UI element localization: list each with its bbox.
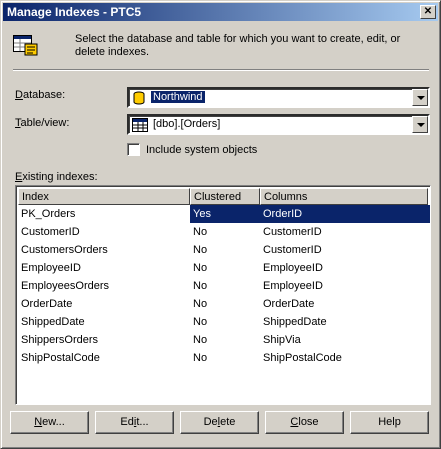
column-header-index[interactable]: Index: [18, 188, 190, 205]
index-name-cell: OrderDate: [21, 298, 73, 310]
clustered-cell: Yes: [193, 208, 211, 220]
clustered-cell: No: [193, 316, 208, 328]
table-view-value: [dbo].[Orders]: [153, 118, 221, 130]
columns-cell: ShippedDate: [263, 316, 327, 328]
edit-button[interactable]: Edit...: [95, 411, 174, 434]
index-name-cell: PK_Orders: [21, 208, 76, 220]
close-window-button[interactable]: ✕: [420, 5, 436, 19]
clustered-cell: No: [193, 352, 208, 364]
table-view-combo[interactable]: [dbo].[Orders]: [127, 114, 430, 135]
index-name-cell: CustomerID: [21, 226, 80, 238]
index-name-cell: EmployeeID: [21, 262, 81, 274]
existing-indexes-label: Existing indexes:: [15, 171, 98, 183]
column-header-clustered[interactable]: Clustered: [190, 188, 260, 205]
clustered-cell: No: [193, 226, 208, 238]
columns-cell: CustomerID: [263, 226, 322, 238]
columns-cell: EmployeeID: [263, 280, 323, 292]
title-bar[interactable]: Manage Indexes - PTC5 ✕: [3, 3, 438, 21]
table-row[interactable]: CustomerID No CustomerID: [18, 223, 430, 241]
table-row[interactable]: ShipPostalCode No ShipPostalCode: [18, 349, 430, 367]
table-view-dropdown-arrow[interactable]: [412, 116, 428, 133]
database-label: Database:: [15, 89, 66, 101]
help-button[interactable]: Help: [350, 411, 429, 434]
table-row[interactable]: EmployeesOrders No EmployeeID: [18, 277, 430, 295]
selection-highlight: [190, 205, 430, 223]
database-value: Northwind: [151, 91, 205, 103]
clustered-cell: No: [193, 262, 208, 274]
columns-cell: ShipVia: [263, 334, 301, 346]
table-icon: [132, 118, 148, 135]
database-combo[interactable]: Northwind: [127, 87, 430, 108]
columns-cell: OrderDate: [263, 298, 315, 310]
columns-cell: CustomerID: [263, 244, 322, 256]
table-row[interactable]: ShippedDate No ShippedDate: [18, 313, 430, 331]
clustered-cell: No: [193, 298, 208, 310]
columns-cell: EmployeeID: [263, 262, 323, 274]
instructions-text: Select the database and table for which …: [75, 33, 401, 58]
close-button[interactable]: Close: [265, 411, 344, 434]
index-table-icon: [13, 35, 39, 60]
columns-cell: ShipPostalCode: [263, 352, 342, 364]
index-name-cell: ShippersOrders: [21, 334, 99, 346]
include-system-objects-label[interactable]: Include system objects: [146, 144, 257, 156]
table-row[interactable]: ShippersOrders No ShipVia: [18, 331, 430, 349]
manage-indexes-dialog: Manage Indexes - PTC5 ✕ Select the datab…: [0, 0, 441, 449]
columns-cell: OrderID: [263, 208, 303, 220]
database-dropdown-arrow[interactable]: [412, 89, 428, 106]
index-name-cell: CustomersOrders: [21, 244, 108, 256]
header-separator: [13, 69, 429, 71]
index-name-cell: EmployeesOrders: [21, 280, 110, 292]
index-name-cell: ShipPostalCode: [21, 352, 100, 364]
table-row[interactable]: PK_Orders Yes OrderID: [18, 205, 430, 223]
include-system-objects-checkbox[interactable]: [127, 143, 140, 156]
existing-indexes-list[interactable]: Index Clustered Columns PK_Orders Yes Or…: [15, 185, 431, 405]
index-name-cell: ShippedDate: [21, 316, 85, 328]
clustered-cell: No: [193, 280, 208, 292]
table-row[interactable]: CustomersOrders No CustomerID: [18, 241, 430, 259]
table-row[interactable]: EmployeeID No EmployeeID: [18, 259, 430, 277]
new-button[interactable]: New...: [10, 411, 89, 434]
window-title: Manage Indexes - PTC5: [7, 5, 142, 19]
table-row[interactable]: OrderDate No OrderDate: [18, 295, 430, 313]
clustered-cell: No: [193, 334, 208, 346]
clustered-cell: No: [193, 244, 208, 256]
database-icon: [132, 91, 146, 108]
delete-button[interactable]: Delete: [180, 411, 259, 434]
table-view-label: Table/view:: [15, 117, 70, 129]
column-header-columns[interactable]: Columns: [260, 188, 428, 205]
